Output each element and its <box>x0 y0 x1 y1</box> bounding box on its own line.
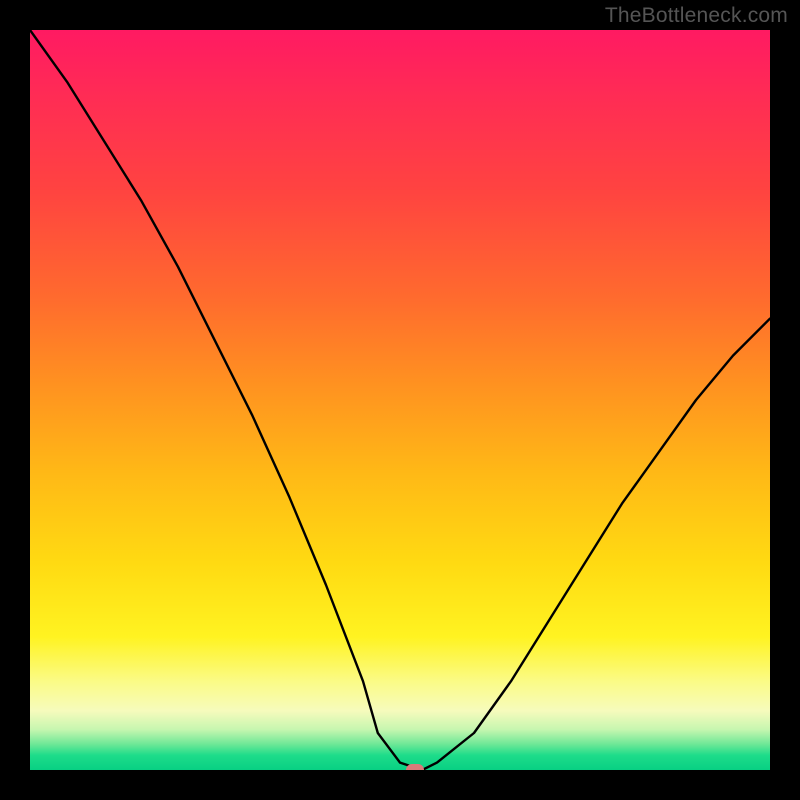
plot-area <box>30 30 770 770</box>
curve-layer <box>30 30 770 770</box>
watermark-text: TheBottleneck.com <box>605 4 788 28</box>
optimal-marker <box>406 764 424 770</box>
bottleneck-curve <box>30 30 770 770</box>
chart-frame: TheBottleneck.com <box>0 0 800 800</box>
